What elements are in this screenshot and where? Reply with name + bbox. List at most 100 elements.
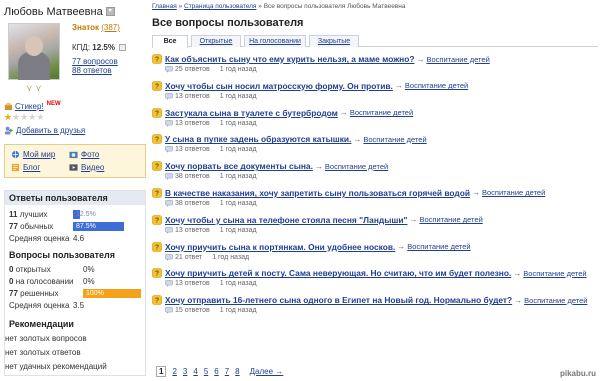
new-badge: NEW: [46, 100, 61, 107]
user-name: Любовь Матвеевна: [4, 5, 103, 18]
link-photo[interactable]: Фото: [69, 150, 129, 159]
category-arrow: →: [394, 81, 403, 91]
breadcrumb-user-page[interactable]: Страница пользователя: [184, 3, 256, 10]
question-meta: 13 ответов 1 год назад: [152, 226, 598, 235]
question-title-link[interactable]: Хочу приучить сына к портянкам. Они удоб…: [165, 242, 395, 252]
answers-bubble-icon: [165, 173, 173, 180]
answers-stat-row: 11 лучших 12.5%: [9, 208, 141, 220]
tab-closed[interactable]: Закрытые: [309, 35, 359, 47]
answers-count-link[interactable]: 88 ответов: [72, 66, 118, 75]
question-status-icon: ?: [152, 214, 162, 225]
external-links-box: Мой мир Фото Блог Видео: [4, 144, 146, 178]
question-title-link[interactable]: Как объяснить сыну что ему курить нельзя…: [165, 54, 414, 64]
next-page-link[interactable]: Далее →: [250, 367, 284, 376]
page-8-link[interactable]: 8: [235, 367, 239, 376]
link-video[interactable]: Видео: [69, 163, 129, 172]
question-category-link[interactable]: Воспитание детей: [405, 81, 468, 90]
link-video-label[interactable]: Видео: [81, 163, 104, 172]
watermark: pikabu.ru: [559, 369, 596, 378]
tab-voting-label[interactable]: На голосовании: [249, 38, 301, 45]
link-my-world-label[interactable]: Мой мир: [23, 150, 55, 159]
link-photo-label[interactable]: Фото: [81, 150, 99, 159]
stat-label-text: обычных: [20, 221, 54, 231]
breadcrumb-home[interactable]: Главная: [152, 3, 177, 10]
tab-open[interactable]: Открытые: [191, 35, 241, 47]
question-title-link[interactable]: Хочу чтобы сын носил матросскую форму. О…: [165, 81, 393, 91]
tab-all-label[interactable]: Все: [164, 38, 177, 45]
page-2-link[interactable]: 2: [172, 367, 176, 376]
question-title-link[interactable]: Хочу порвать все документы сына.: [165, 161, 313, 171]
page-5-link[interactable]: 5: [204, 367, 208, 376]
stat-count: 0: [9, 276, 14, 286]
question-item: ? Хочу приучить сына к портянкам. Они удо…: [152, 241, 598, 268]
question-category-link[interactable]: Воспитание детей: [407, 242, 470, 251]
question-meta: 13 ответов 1 год назад: [152, 279, 598, 288]
avg-label: Средняя оценка: [9, 300, 70, 310]
page-4-link[interactable]: 4: [193, 367, 197, 376]
page-3-link[interactable]: 3: [183, 367, 187, 376]
avatar[interactable]: [8, 23, 60, 80]
answers-bubble-icon: [165, 119, 173, 127]
answers-bubble-icon: [165, 280, 173, 288]
tab-voting[interactable]: На голосовании: [244, 35, 306, 47]
question-title-link[interactable]: Хочу приучить детей к посту. Сама неверу…: [165, 268, 511, 278]
page-1-link[interactable]: 1: [156, 366, 167, 377]
page-7-link[interactable]: 7: [225, 367, 229, 376]
kpd-info-icon[interactable]: [119, 44, 127, 52]
question-title-line: ? Хочу порвать все документы сына. → Воспит…: [152, 160, 598, 172]
answers-count: 13 ответов: [175, 119, 210, 127]
stat-label-text: на голосовании: [15, 276, 74, 286]
question-status-icon: ?: [152, 241, 162, 252]
questions-avg-row: Средняя оценка 3.5: [9, 299, 141, 311]
tab-closed-label[interactable]: Закрытые: [318, 38, 350, 45]
question-title-link[interactable]: Хочу отправить 16-летнего сына одного в …: [165, 295, 512, 305]
question-category-link[interactable]: Воспитание детей: [363, 135, 426, 144]
question-title-line: ? Хочу отправить 16-летнего сына одного в…: [152, 294, 598, 306]
stat-bar: 87.5%: [73, 221, 131, 231]
question-category-link[interactable]: Воспитание детей: [482, 188, 545, 197]
question-status-icon: ?: [152, 107, 162, 118]
questions-count-link[interactable]: 77 вопросов: [72, 57, 118, 66]
add-friend-link[interactable]: Добавить в друзья: [16, 126, 85, 135]
question-title-link[interactable]: Застукала сына в туалете с бутербродом: [165, 108, 338, 118]
stat-label: 77 обычных: [9, 222, 73, 231]
question-status-icon: ?: [152, 54, 162, 64]
question-category-link[interactable]: Воспитание детей: [524, 296, 587, 305]
link-blog-label[interactable]: Блог: [23, 163, 40, 172]
link-blog[interactable]: Блог: [11, 163, 69, 172]
question-title-link[interactable]: В качестве наказания, хочу запретить сын…: [165, 188, 470, 198]
question-title-link[interactable]: Хочу чтобы у сына на телефоне стояла пес…: [165, 215, 407, 225]
link-my-world[interactable]: Мой мир: [11, 150, 69, 159]
rank-wings-icon: ⋎ ⋎: [26, 83, 42, 93]
page-6-link[interactable]: 6: [214, 367, 218, 376]
question-category-link[interactable]: Воспитание детей: [419, 215, 482, 224]
pagination: 1 2 3 4 5 6 7 8 Далее →: [156, 366, 283, 377]
answers-bubble-icon: [165, 253, 173, 261]
tab-all[interactable]: Все: [152, 35, 188, 48]
question-title-line: ? Хочу чтобы у сына на телефоне стояла пе…: [152, 214, 598, 226]
category-arrow: →: [471, 188, 480, 198]
question-category-link[interactable]: Воспитание детей: [523, 269, 586, 278]
question-category-link[interactable]: Воспитание детей: [350, 108, 413, 117]
user-count-links: 77 вопросов 88 ответов: [72, 57, 118, 75]
tab-open-label[interactable]: Открытые: [200, 38, 233, 45]
rating-stars: ★★★★★: [4, 112, 146, 122]
user-sidebar: Любовь Матвеевна ▾ ⋎ ⋎ Знаток (387) КПД:…: [4, 4, 146, 376]
question-title-line: ? Хочу приучить сына к портянкам. Они удо…: [152, 241, 598, 253]
question-time: 1 год назад: [219, 173, 257, 181]
breadcrumb: Главная » Страница пользователя » Все во…: [152, 3, 598, 10]
question-category-link[interactable]: Воспитание детей: [325, 162, 388, 171]
question-category-link[interactable]: Воспитание детей: [426, 55, 489, 64]
video-icon: [69, 164, 78, 171]
question-item: ? Хочу чтобы у сына на телефоне стояла пе…: [152, 214, 598, 241]
questions-stat-row: 0 открытых 0%: [9, 263, 141, 275]
question-title-link[interactable]: У сына в пупке задень образуются катышки…: [165, 134, 351, 144]
stat-label: 0 на голосовании: [9, 277, 83, 286]
points-link[interactable]: (387): [101, 23, 120, 32]
question-item: ? В качестве наказания, хочу запретить сы…: [152, 187, 598, 214]
stat-percent: 100%: [86, 289, 104, 297]
user-menu-dropdown-icon[interactable]: ▾: [105, 7, 115, 16]
sticker-link[interactable]: Стикер!: [15, 102, 44, 111]
stat-label: 11 лучших: [9, 210, 73, 219]
answers-count: 38 ответов: [175, 173, 210, 181]
